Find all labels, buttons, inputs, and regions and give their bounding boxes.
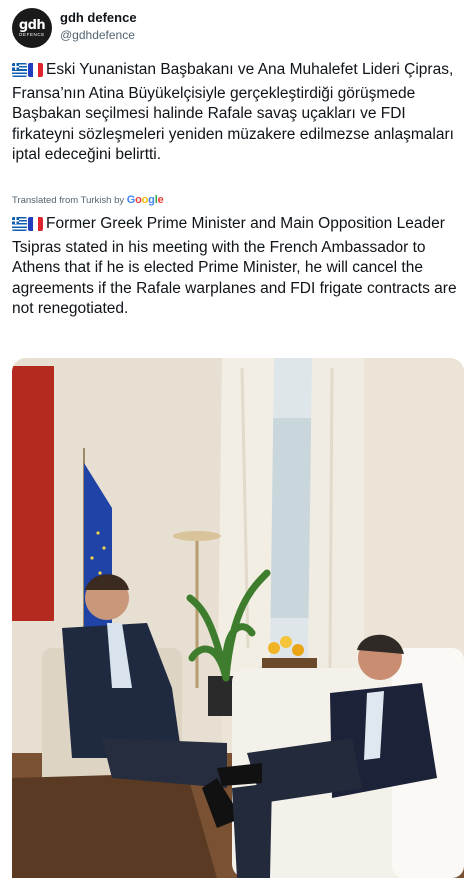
avatar-sub-text: DEFENCE [19,31,45,37]
avatar-logo-text: gdh [18,17,46,33]
google-logo-letter: e [157,194,164,206]
flag-group-translated [12,217,44,238]
avatar[interactable]: gdh DEFENCE [12,8,52,48]
tweet-translated-text: Former Greek Prime Minister and Main Opp… [12,215,457,317]
account-names: gdh defence @gdhdefence [60,10,137,43]
tweet-text-original: Eski Yunanistan Başbakanı ve Ana Muhalef… [12,60,458,166]
tweet-header: gdh DEFENCE gdh defence @gdhdefence [12,8,458,48]
tweet-original-text: Eski Yunanistan Başbakanı ve Ana Muhalef… [12,61,454,163]
tweet-photo[interactable] [12,358,464,878]
translation-attribution[interactable]: Translated from Turkish by Google [12,194,164,206]
france-flag-icon [28,63,43,77]
red-wall-panel [12,366,54,621]
display-name[interactable]: gdh defence [60,10,137,26]
tweet-text-translated: Former Greek Prime Minister and Main Opp… [12,214,458,320]
meeting-photo-illustration [12,358,464,878]
france-flag-icon [28,217,43,231]
greece-flag-icon [12,217,27,231]
account-handle[interactable]: @gdhdefence [60,27,137,43]
translation-label: Translated from Turkish by [12,195,125,206]
flag-group [12,63,44,84]
coffee-table [12,773,217,878]
google-logo-letter: G [126,194,136,206]
greece-flag-icon [12,63,27,77]
google-logo: Google [127,194,164,206]
floor-lamp [173,531,221,541]
